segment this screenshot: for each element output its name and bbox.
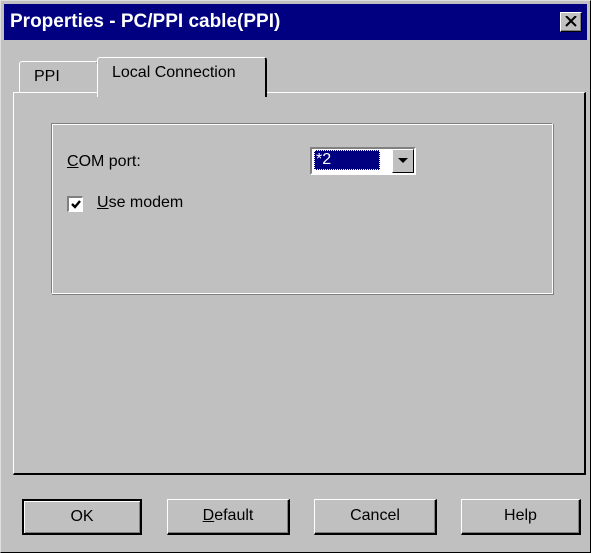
use-modem-checkbox[interactable]: [67, 196, 83, 212]
com-port-dropdown-button[interactable]: [392, 149, 414, 173]
com-port-select[interactable]: *2: [310, 147, 416, 175]
use-modem-label-rest: se modem: [108, 194, 184, 211]
properties-dialog: Properties - PC/PPI cable(PPI) PPI Local…: [0, 0, 591, 553]
tab-local-connection-label: Local Connection: [112, 64, 236, 81]
use-modem-label: Use modem: [97, 194, 183, 212]
checkmark-icon: [71, 200, 81, 209]
title-bar[interactable]: Properties - PC/PPI cable(PPI): [4, 4, 587, 40]
com-port-value: *2: [314, 150, 380, 170]
tab-local-connection[interactable]: Local Connection: [97, 57, 267, 97]
close-button[interactable]: [560, 12, 582, 32]
close-icon: [565, 16, 577, 27]
window-title: Properties - PC/PPI cable(PPI): [10, 11, 281, 32]
com-port-label-rest: OM port:: [78, 153, 141, 170]
connection-groupbox: COM port: *2 Use modem: [51, 123, 553, 294]
ok-button[interactable]: OK: [22, 499, 142, 535]
default-accel: D: [202, 507, 215, 524]
default-label-rest: efault: [214, 507, 254, 524]
cancel-button[interactable]: Cancel: [314, 499, 437, 535]
default-button[interactable]: Default: [167, 499, 290, 535]
use-modem-accel: U: [97, 194, 109, 211]
tab-ppi[interactable]: PPI: [19, 61, 99, 93]
tab-panel-local-connection: COM port: *2 Use modem: [13, 92, 586, 475]
chevron-down-icon: [398, 158, 408, 163]
help-button[interactable]: Help: [461, 499, 581, 535]
com-port-accel: C: [67, 153, 79, 170]
tab-ppi-label: PPI: [34, 68, 60, 85]
com-port-label: COM port:: [67, 153, 141, 171]
